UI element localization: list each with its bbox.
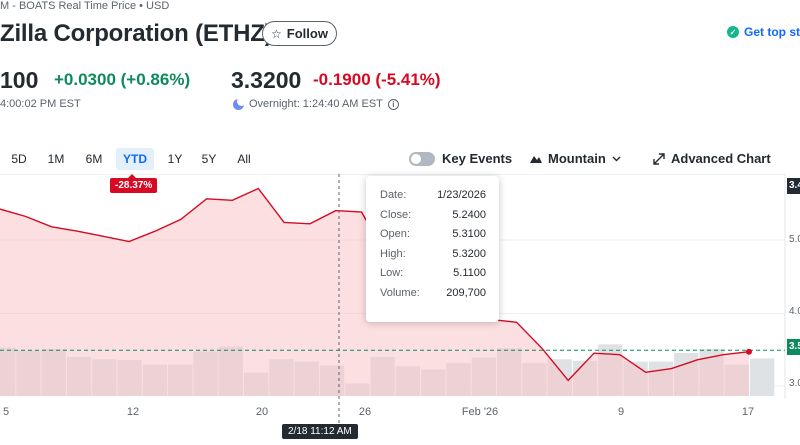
tooltip-open-label: Open: — [380, 228, 410, 240]
overnight-price: 3.3200 — [231, 67, 302, 93]
range-tab-ytd[interactable]: YTD — [116, 148, 154, 170]
close-price: 100 — [0, 67, 39, 93]
chart-type-select[interactable]: Mountain — [530, 151, 621, 166]
last-price-dot — [746, 348, 752, 355]
toggle-switch-icon — [409, 151, 435, 166]
tooltip-open: 5.3100 — [452, 228, 486, 240]
tooltip-open-row: Open: 5.3100 — [380, 228, 486, 248]
x-axis-label: 26 — [358, 406, 372, 418]
company-title: Zilla Corporation (ETHZ) — [0, 20, 273, 47]
range-tab-1y[interactable]: 1Y — [160, 148, 190, 170]
close-time: 4:00:02 PM EST — [0, 98, 81, 110]
chart-type-label: Mountain — [548, 151, 606, 166]
tooltip-high: 5.3200 — [452, 247, 486, 260]
overnight-time: Overnight: 1:24:40 AM EST — [249, 98, 383, 110]
price-tooltip: Date: 1/23/2026 Close: 5.2400 Open: 5.3100 … — [366, 176, 499, 322]
follow-label: Follow — [286, 26, 328, 41]
tooltip-date: 1/23/2026 — [437, 189, 486, 201]
key-events-toggle[interactable]: Key Events — [409, 151, 512, 166]
x-axis-label: 9 — [617, 406, 625, 418]
tooltip-close-label: Close: — [380, 208, 412, 221]
range-tab-6m[interactable]: 6M — [78, 148, 110, 170]
chevron-down-icon — [612, 156, 621, 161]
key-events-label: Key Events — [442, 151, 513, 166]
tooltip-low: 5.1100 — [453, 267, 486, 279]
mountain-icon — [530, 156, 542, 163]
info-icon[interactable]: i — [387, 98, 399, 110]
stories-icon: ✓ — [727, 26, 739, 38]
range-tab-all[interactable]: All — [228, 148, 260, 170]
tooltip-high-label: High: — [380, 247, 406, 260]
y-axis-label: 3.0 — [789, 378, 800, 389]
price-source-line: M - BOATS Real Time Price • USD — [0, 0, 170, 12]
close-change: +0.0300 (+0.86%) — [54, 70, 191, 89]
follow-button[interactable]: ☆ Follow — [262, 21, 337, 46]
range-tab-1m[interactable]: 1M — [40, 148, 72, 170]
tooltip-low-label: Low: — [380, 267, 404, 279]
tooltip-close: 5.2400 — [452, 208, 486, 221]
tooltip-volume: 209,700 — [446, 286, 486, 299]
tooltip-high-row: High: 5.3200 — [380, 248, 486, 268]
ytd-change-badge: -28.37% — [110, 174, 158, 193]
top-stories-label: Get top sto — [744, 25, 800, 39]
range-tab-5d[interactable]: 5D — [4, 148, 34, 170]
y-axis-label: 4.0 — [789, 306, 800, 317]
advanced-chart-label: Advanced Chart — [671, 151, 771, 166]
tooltip-volume-label: Volume: — [380, 286, 420, 299]
moon-icon — [233, 96, 246, 110]
hover-date-flag: 2/18 11:12 AM — [282, 424, 358, 439]
star-icon: ☆ — [271, 26, 282, 41]
top-stories-link[interactable]: ✓ Get top sto — [727, 25, 800, 39]
tooltip-date-label: Date: — [380, 189, 407, 201]
overnight-change: -0.1900 (-5.41%) — [313, 70, 441, 89]
y-axis-current-badge: 3.5 — [787, 339, 800, 355]
volume-bar — [750, 358, 775, 396]
y-axis-top-badge: 3.4 — [787, 178, 800, 194]
x-axis-label: 20 — [255, 406, 269, 418]
x-axis-label: Feb '26 — [461, 406, 499, 418]
range-tab-5y[interactable]: 5Y — [194, 148, 224, 170]
x-axis-label: 17 — [741, 406, 755, 418]
expand-icon — [653, 152, 665, 165]
x-axis-label: 12 — [126, 406, 140, 418]
y-axis-label: 5.0 — [789, 234, 800, 245]
x-axis-label: 5 — [2, 406, 10, 418]
tooltip-close-row: Close: 5.2400 — [380, 209, 486, 229]
tooltip-volume-row: Volume: 209,700 — [380, 287, 486, 307]
advanced-chart-button[interactable]: Advanced Chart — [653, 151, 771, 166]
tooltip-date-row: Date: 1/23/2026 — [380, 189, 486, 209]
tooltip-low-row: Low: 5.1100 — [380, 267, 486, 287]
overnight-time-row: Overnight: 1:24:40 AM EST i — [233, 96, 399, 110]
